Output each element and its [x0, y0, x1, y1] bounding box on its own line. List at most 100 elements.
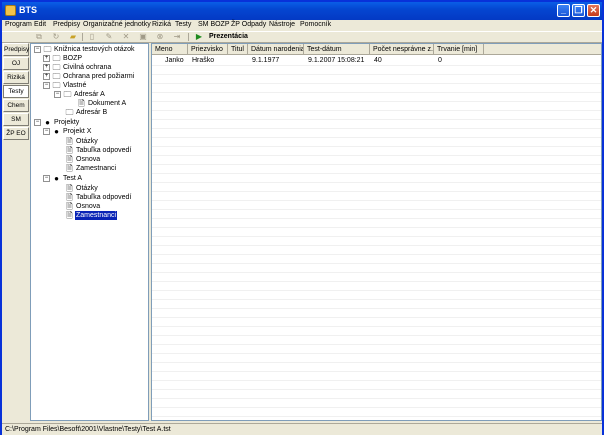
side-tab-zp-eo[interactable]: ŽP EO [3, 127, 29, 140]
side-tab-sm[interactable]: SM [3, 113, 29, 126]
collapse-icon[interactable]: − [43, 82, 50, 89]
document-icon: 🗎 [66, 137, 73, 146]
grid-row-line [152, 281, 601, 282]
projects-icon: ● [45, 118, 50, 127]
column-header-trvanie[interactable]: Trvanie [min] [434, 44, 484, 55]
close-button[interactable]: ✕ [587, 4, 600, 17]
menu-zp-odpady[interactable]: ŽP Odpady [231, 21, 266, 28]
side-tab-predpisy[interactable]: Predpisy [3, 43, 29, 56]
play-icon[interactable]: ▶ [193, 32, 205, 42]
grid-row-line [152, 119, 601, 120]
folder-icon: 🗀 [63, 90, 72, 99]
grid-row-line [152, 209, 601, 210]
minimize-button[interactable]: _ [557, 4, 570, 17]
column-header-filler [484, 44, 601, 55]
column-header-titul[interactable]: Titul [228, 44, 248, 55]
grid-row-line [152, 83, 601, 84]
grid-row-line [152, 326, 601, 327]
grid-row-line [152, 245, 601, 246]
collapse-icon[interactable]: − [34, 119, 41, 126]
results-grid[interactable]: Meno Priezvisko Titul Dátum narodenia Te… [151, 43, 602, 421]
side-tab-rizika[interactable]: Riziká [3, 71, 29, 84]
grid-row-line [152, 272, 601, 273]
expand-icon[interactable]: + [43, 64, 50, 71]
new-document-icon[interactable]: ▯ [86, 32, 98, 42]
cell-pocet-nespravne: 40 [374, 57, 382, 64]
cell-datum-narodenia: 9.1.1977 [252, 57, 280, 64]
menu-predpisy[interactable]: Predpisy [53, 21, 80, 28]
document-icon: 🗎 [66, 202, 73, 211]
menu-pomocnik[interactable]: Pomocník [300, 21, 331, 28]
document-icon: 🗎 [78, 99, 85, 108]
grid-row-line [152, 155, 601, 156]
app-window: BTS _ ❐ ✕ Program Edit Predpisy Organiza… [0, 0, 604, 435]
side-tab-oj[interactable]: OJ [3, 57, 29, 70]
grid-row-line [152, 371, 601, 372]
tree-panel[interactable]: − 🗀 Knižnica testových otázok + 🗀 BOZP +… [30, 43, 149, 421]
grid-row-line [152, 128, 601, 129]
column-header-pocet-nespravne[interactable]: Počet nesprávne z... [370, 44, 434, 55]
edit-icon[interactable]: ✎ [103, 32, 115, 42]
grid-row-line [152, 407, 601, 408]
grid-row-line [152, 92, 601, 93]
grid-row-line [152, 335, 601, 336]
maximize-button[interactable]: ❐ [572, 4, 585, 17]
column-header-meno[interactable]: Meno [152, 44, 188, 55]
folder-icon: 🗀 [52, 72, 61, 81]
test-icon: ● [54, 174, 59, 183]
presentation-button[interactable]: Prezentácia [209, 32, 248, 42]
expand-icon[interactable]: + [43, 55, 50, 62]
cell-test-datum: 9.1.2007 15:08:21 [308, 57, 365, 64]
menu-rizika[interactable]: Riziká [152, 21, 171, 28]
collapse-icon[interactable]: − [34, 46, 41, 53]
grid-row-line [152, 344, 601, 345]
menu-testy[interactable]: Testy [175, 21, 191, 28]
save-icon[interactable]: ▣ [137, 32, 149, 42]
menu-bar: Program Edit Predpisy Organizačné jednot… [2, 20, 602, 31]
column-header-datum-narodenia[interactable]: Dátum narodenia [248, 44, 304, 55]
library-folder-icon: 🗀 [43, 45, 52, 54]
cancel-icon[interactable]: ⊗ [154, 32, 166, 42]
column-header-priezvisko[interactable]: Priezvisko [188, 44, 228, 55]
collapse-icon[interactable]: − [43, 175, 50, 182]
menu-sm-bozp[interactable]: SM BOZP [198, 21, 230, 28]
status-bar: C:\Program Files\Besoft\2001\Vlastne\Tes… [2, 423, 602, 435]
grid-row-line [152, 137, 601, 138]
delete-icon[interactable]: ✕ [120, 32, 132, 42]
document-icon: 🗎 [66, 193, 73, 202]
grid-row-line [152, 74, 601, 75]
menu-nastroje[interactable]: Nástroje [269, 21, 295, 28]
grid-row-line [152, 236, 601, 237]
expand-icon[interactable]: + [43, 73, 50, 80]
grid-row-line [152, 299, 601, 300]
menu-edit[interactable]: Edit [34, 21, 46, 28]
grid-row-line [152, 353, 601, 354]
document-icon: 🗎 [66, 184, 73, 193]
refresh-icon[interactable]: ↻ [50, 32, 62, 42]
grid-row-line [152, 182, 601, 183]
copy-icon[interactable]: ⧉ [33, 32, 45, 42]
open-folder-icon[interactable]: ▰ [67, 32, 79, 42]
grid-row-line [152, 173, 601, 174]
column-header-test-datum[interactable]: Test-dátum [304, 44, 370, 55]
document-icon: 🗎 [66, 155, 73, 164]
toolbar-separator [188, 33, 189, 41]
grid-row-line [152, 191, 601, 192]
side-tab-testy[interactable]: Testy [3, 85, 29, 98]
export-icon[interactable]: ⇥ [171, 32, 183, 42]
grid-row-line [152, 146, 601, 147]
menu-program[interactable]: Program [5, 21, 32, 28]
collapse-icon[interactable]: − [54, 91, 61, 98]
grid-row-line [152, 263, 601, 264]
grid-row-line [152, 308, 601, 309]
grid-row-line [152, 290, 601, 291]
grid-row-line [152, 317, 601, 318]
collapse-icon[interactable]: − [43, 128, 50, 135]
side-tab-chem[interactable]: Chem [3, 99, 29, 112]
grid-row-line [152, 389, 601, 390]
menu-organizacne-jednotky[interactable]: Organizačné jednotky [83, 21, 151, 28]
title-bar[interactable]: BTS _ ❐ ✕ [2, 2, 602, 20]
cell-trvanie: 0 [438, 57, 442, 64]
cell-priezvisko: Hraško [192, 57, 215, 64]
document-icon: 🗎 [66, 146, 73, 155]
